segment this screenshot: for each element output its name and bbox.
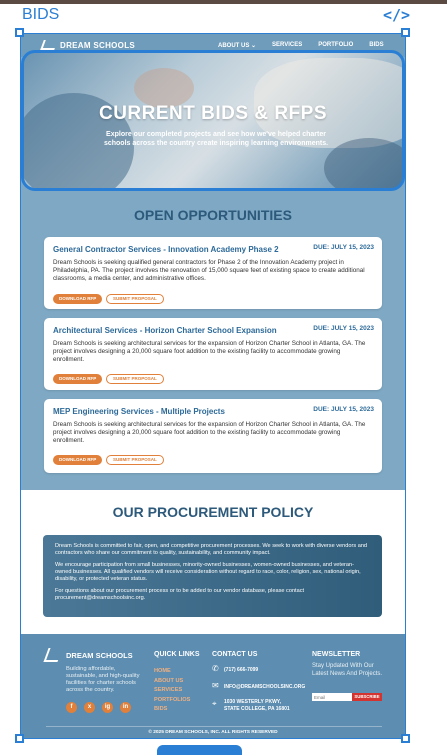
contact-email[interactable]: INFO@DREAMSCHOOLSINC.ORG: [224, 684, 305, 690]
page-frame: DREAM SCHOOLS ABOUT US ⌄ SERVICES PORTFO…: [20, 33, 406, 739]
opportunity-card: General Contractor Services - Innovation…: [44, 237, 382, 309]
opportunities-title: OPEN OPPORTUNITIES: [134, 207, 292, 223]
contact-address-line2: STATE COLLEGE, PA 16801: [224, 706, 290, 712]
download-rfp-button[interactable]: DOWNLOAD RFP: [53, 374, 103, 384]
site-footer: DREAM SCHOOLS Building affordable, susta…: [20, 634, 406, 739]
location-icon: ⌖: [212, 699, 217, 708]
nav-brand[interactable]: DREAM SCHOOLS: [60, 41, 135, 50]
submit-proposal-button[interactable]: SUBMIT PROPOSAL: [106, 294, 164, 304]
card-due-date: DUE: JULY 15, 2023: [313, 244, 374, 251]
phone-icon: ✆: [212, 664, 219, 673]
footer-logo-icon[interactable]: [43, 648, 63, 662]
footer-brand: DREAM SCHOOLS: [66, 651, 133, 660]
submit-proposal-button[interactable]: SUBMIT PROPOSAL: [106, 455, 164, 465]
top-strip: [0, 0, 447, 4]
resize-handle[interactable]: [401, 734, 410, 743]
policy-paragraph: For questions about our procurement proc…: [55, 588, 305, 601]
copyright: © 2025 DREAM SCHOOLS, INC. ALL RIGHTS RE…: [148, 730, 278, 735]
footer-link-bids[interactable]: BIDS: [154, 705, 190, 715]
instagram-icon[interactable]: ig: [102, 702, 113, 713]
nav-link-services[interactable]: SERVICES: [272, 42, 302, 49]
newsletter-email-input[interactable]: [312, 693, 352, 701]
linkedin-icon[interactable]: in: [120, 702, 131, 713]
footer-link-portfolios[interactable]: PORTFOLIOS: [154, 696, 190, 706]
resize-handle[interactable]: [15, 28, 24, 37]
hero-image-shape: [134, 68, 194, 108]
card-title: MEP Engineering Services - Multiple Proj…: [53, 407, 225, 416]
footer-about: Building affordable, sustainable, and hi…: [66, 666, 140, 693]
card-description: Dream Schools is seeking architectural s…: [53, 421, 366, 444]
newsletter-text: Stay Updated With Our Latest News And Pr…: [312, 663, 383, 677]
nav-links: ABOUT US ⌄ SERVICES PORTFOLIO BIDS: [218, 42, 384, 49]
hero-subtitle: Explore our completed projects and see h…: [103, 131, 329, 147]
card-due-date: DUE: JULY 15, 2023: [313, 325, 374, 332]
policy-paragraph: Dream Schools is committed to fair, open…: [55, 543, 368, 556]
opportunity-card: MEP Engineering Services - Multiple Proj…: [44, 399, 382, 473]
download-rfp-button[interactable]: DOWNLOAD RFP: [53, 455, 103, 465]
quick-links-title: QUICK LINKS: [154, 651, 200, 658]
policy-title: OUR PROCUREMENT POLICY: [112, 504, 314, 520]
footer-link-about[interactable]: ABOUT US: [154, 677, 190, 687]
hero-title: CURRENT BIDS & RFPS: [98, 103, 327, 124]
footer-link-home[interactable]: HOME: [154, 667, 190, 677]
nav-link-bids[interactable]: BIDS: [369, 42, 383, 49]
resize-handle[interactable]: [15, 734, 24, 743]
newsletter-title: NEWSLETTER: [312, 651, 361, 658]
nav-link-portfolio[interactable]: PORTFOLIO: [318, 42, 353, 49]
opportunity-card: Architectural Services - Horizon Charter…: [44, 318, 382, 390]
contact-phone[interactable]: (717) 666-7099: [224, 667, 258, 673]
download-rfp-button[interactable]: DOWNLOAD RFP: [53, 294, 103, 304]
hero-banner[interactable]: CURRENT BIDS & RFPS Explore our complete…: [21, 50, 405, 191]
card-title: Architectural Services - Horizon Charter…: [53, 326, 277, 335]
quick-links: HOME ABOUT US SERVICES PORTFOLIOS BIDS: [154, 667, 190, 715]
facebook-icon[interactable]: f: [66, 702, 77, 713]
submit-proposal-button[interactable]: SUBMIT PROPOSAL: [106, 374, 164, 384]
card-description: Dream Schools is seeking qualified gener…: [53, 259, 365, 282]
footer-divider: [46, 726, 382, 727]
contact-address-line1: 1030 WESTERLY PKWY,: [224, 699, 281, 705]
subscribe-button[interactable]: SUBSCRIBE: [352, 693, 382, 701]
nav-link-about[interactable]: ABOUT US ⌄: [218, 42, 256, 49]
code-icon[interactable]: </>: [383, 6, 410, 24]
card-description: Dream Schools is seeking architectural s…: [53, 340, 366, 363]
page-label: BIDS: [22, 6, 60, 23]
footer-link-services[interactable]: SERVICES: [154, 686, 190, 696]
email-icon: ✉: [212, 681, 219, 690]
card-due-date: DUE: JULY 15, 2023: [313, 406, 374, 413]
policy-box: Dream Schools is committed to fair, open…: [43, 535, 382, 617]
card-title: General Contractor Services - Innovation…: [53, 245, 279, 254]
social-links: f x ig in: [66, 702, 131, 713]
contact-title: CONTACT US: [212, 651, 258, 658]
resize-handle[interactable]: [401, 28, 410, 37]
add-section-button[interactable]: [157, 745, 242, 755]
policy-paragraph: We encourage participation from small bu…: [55, 562, 361, 582]
logo-icon[interactable]: [40, 40, 58, 50]
x-icon[interactable]: x: [84, 702, 95, 713]
